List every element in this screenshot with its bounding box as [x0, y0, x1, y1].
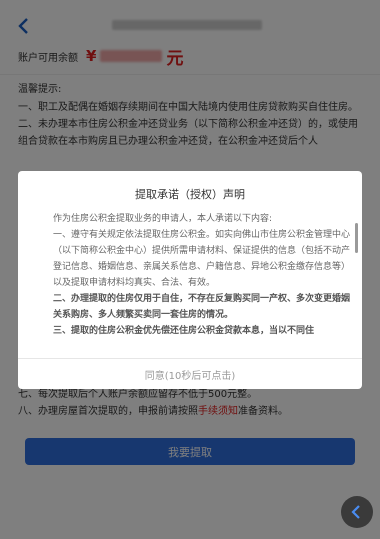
dialog-scrollbar-thumb[interactable] — [355, 223, 358, 253]
commitment-dialog: 提取承诺（授权）声明 作为住房公积金提取业务的申请人，本人承诺以下内容: 一、遵… — [18, 171, 362, 389]
dialog-body[interactable]: 作为住房公积金提取业务的申请人，本人承诺以下内容: 一、遵守有关规定依法提取住房… — [33, 211, 353, 353]
dialog-title: 提取承诺（授权）声明 — [135, 188, 245, 201]
dialog-paragraph-1: 一、遵守有关规定依法提取住房公积金。如实向佛山市住房公积金管理中心（以下简称公积… — [53, 230, 351, 288]
dialog-paragraph-3: 三、提取的住房公积金优先偿还住房公积金贷款本息，当以不同住 — [53, 326, 315, 336]
dialog-intro: 作为住房公积金提取业务的申请人，本人承诺以下内容: — [53, 214, 273, 224]
dialog-paragraph-2: 二、办理提取的住房仅用于自住，不存在反复购买同一产权、多次变更婚姻关系购房、多人… — [53, 294, 351, 320]
floating-back-button[interactable] — [341, 496, 373, 528]
chevron-left-icon — [351, 505, 360, 519]
agree-button[interactable]: 同意(10秒后可点击) — [18, 359, 362, 389]
dialog-scrollbar[interactable] — [355, 215, 358, 355]
